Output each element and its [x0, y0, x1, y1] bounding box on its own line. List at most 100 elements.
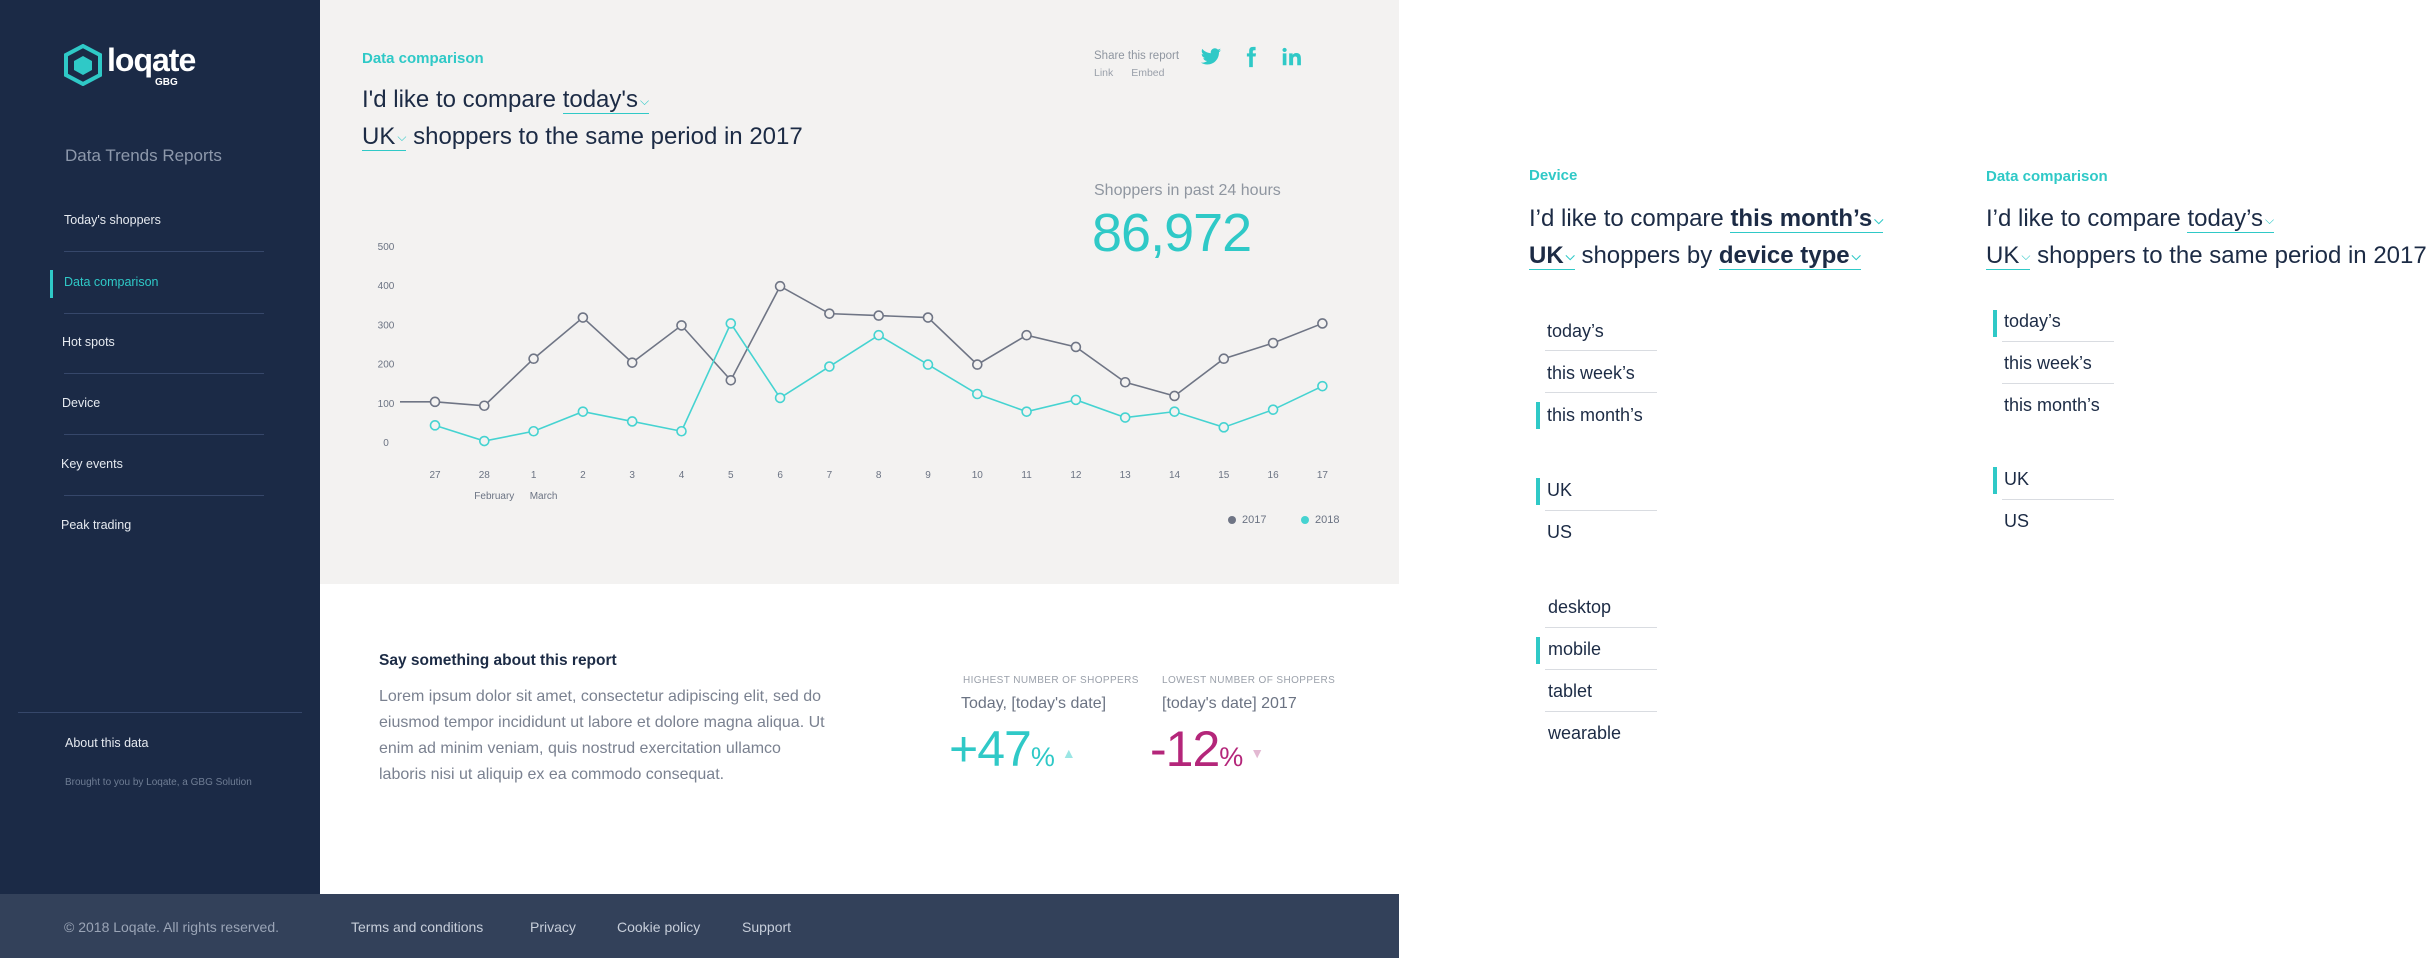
logo[interactable]: loqate GBG	[63, 44, 196, 88]
selected-indicator	[1536, 637, 1540, 664]
data-point-2017	[1169, 390, 1180, 402]
linkedin-icon[interactable]	[1280, 46, 1302, 68]
highest-stat-heading: HIGHEST NUMBER OF SHOPPERS	[963, 675, 1139, 686]
logo-sub: GBG	[155, 77, 178, 88]
divider	[1545, 711, 1657, 712]
x-tick-label: 17	[1317, 470, 1329, 481]
legend-item-2017: 2017	[1228, 514, 1266, 526]
x-tick-label: 13	[1120, 470, 1132, 481]
sidebar-item-todays-shoppers[interactable]: Today's shoppers	[50, 192, 265, 252]
chevron-down-icon: ⌵	[397, 130, 407, 145]
data-point-2018	[1317, 380, 1328, 392]
option-todays[interactable]: today’s	[1547, 321, 1604, 342]
option-tablet[interactable]: tablet	[1548, 681, 1592, 702]
comparison-sentence: I'd like to compare today's ⌵ UK ⌵ shopper…	[362, 82, 882, 155]
option-this-weeks[interactable]: this week’s	[2004, 353, 2092, 374]
share-embed-button[interactable]: Embed	[1131, 67, 1164, 79]
divider	[2002, 499, 2114, 500]
x-tick-label: 14	[1169, 470, 1181, 481]
y-tick-label: 500	[378, 242, 395, 253]
active-indicator	[50, 270, 53, 298]
option-this-months[interactable]: this month’s	[2004, 395, 2100, 416]
x-tick-label: 5	[728, 470, 734, 481]
sidebar-item-data-comparison[interactable]: Data comparison	[50, 254, 265, 314]
period-value: today's	[562, 86, 638, 113]
data-point-2017	[1119, 376, 1131, 388]
x-tick-label: 2	[580, 470, 586, 481]
period-dropdown[interactable]: today's ⌵	[562, 86, 650, 114]
legend-marker	[1228, 516, 1236, 525]
divider	[1545, 627, 1657, 628]
dimension-dropdown[interactable]: device type ⌵	[1718, 241, 1861, 270]
lowest-stat-value: -12% ▼	[1150, 720, 1264, 778]
chevron-down-icon: ⌵	[1851, 249, 1861, 264]
y-tick-label: 200	[378, 360, 395, 371]
twitter-icon[interactable]	[1200, 46, 1222, 68]
data-point-2018	[1070, 394, 1082, 406]
data-point-2017	[429, 396, 441, 408]
share-link-button[interactable]: Link	[1094, 67, 1113, 79]
sentence-text: shoppers to the same period in 2017	[2037, 241, 2427, 269]
footer-link-privacy[interactable]: Privacy	[530, 919, 576, 935]
about-title: Say something about this report	[379, 652, 617, 669]
x-tick-label: 6	[777, 470, 783, 481]
sidebar-item-device[interactable]: Device	[50, 375, 265, 435]
about-this-data-link[interactable]: About this data	[65, 736, 148, 750]
lowest-stat-subtitle: [today's date] 2017	[1162, 695, 1297, 712]
kpi-label: Shoppers in past 24 hours	[1094, 182, 1281, 199]
x-tick-label: 1	[531, 470, 537, 481]
y-tick-label: 300	[378, 320, 395, 331]
footer-link-terms[interactable]: Terms and conditions	[351, 919, 483, 935]
sidebar-item-peak-trading[interactable]: Peak trading	[50, 497, 265, 557]
divider	[1545, 392, 1657, 393]
option-us[interactable]: US	[2004, 511, 2029, 532]
facebook-icon[interactable]	[1240, 46, 1262, 68]
data-point-2018	[626, 416, 638, 427]
period-dropdown[interactable]: this month’s ⌵	[1730, 205, 1884, 233]
sentence-text: I’d like to compare	[1986, 205, 2181, 232]
footer-link-support[interactable]: Support	[742, 919, 791, 935]
copyright: © 2018 Loqate. All rights reserved.	[64, 919, 279, 935]
period-dropdown[interactable]: today’s ⌵	[2187, 205, 2275, 233]
x-tick-label: 15	[1218, 470, 1230, 481]
footer-link-cookie-policy[interactable]: Cookie policy	[617, 919, 700, 935]
option-todays[interactable]: today’s	[2004, 311, 2061, 332]
data-point-2018	[1267, 404, 1279, 415]
divider	[64, 251, 264, 252]
data-point-2018	[774, 392, 786, 404]
region-dropdown[interactable]: UK ⌵	[362, 122, 407, 151]
option-wearable[interactable]: wearable	[1548, 723, 1621, 744]
option-this-months[interactable]: this month’s	[1547, 405, 1643, 426]
loqate-logo-icon	[64, 44, 102, 86]
device-panel: Device I’d like to compare this month’s ⌵…	[1529, 0, 1949, 958]
option-us[interactable]: US	[1547, 522, 1572, 543]
y-tick-label: 400	[378, 281, 395, 292]
data-point-2017	[725, 374, 737, 386]
selected-indicator	[1536, 478, 1540, 505]
comparison-sentence: I’d like to compare today’s ⌵ UK ⌵ shopper…	[1986, 201, 2427, 274]
sidebar-item-label: Today's shoppers	[64, 213, 161, 227]
sidebar-item-key-events[interactable]: Key events	[50, 436, 265, 496]
data-point-2018	[824, 361, 835, 372]
x-tick-label: 10	[972, 470, 984, 481]
region-dropdown[interactable]: UK ⌵	[1529, 241, 1575, 270]
sidebar-item-hot-spots[interactable]: Hot spots	[50, 314, 265, 374]
data-point-2017	[479, 400, 490, 412]
sidebar-item-label: Peak trading	[61, 518, 132, 532]
region-dropdown[interactable]: UK ⌵	[1986, 241, 2031, 270]
chevron-down-icon: ⌵	[1565, 249, 1575, 264]
option-this-weeks[interactable]: this week’s	[1547, 363, 1635, 384]
data-point-2018	[725, 318, 737, 329]
option-uk[interactable]: UK	[1547, 480, 1572, 501]
data-point-2017	[1070, 341, 1082, 353]
divider	[64, 495, 264, 496]
x-tick-label: 9	[925, 470, 931, 481]
option-uk[interactable]: UK	[2004, 469, 2029, 490]
sidebar-item-label: Device	[62, 396, 101, 410]
data-point-2018	[528, 425, 539, 437]
section-label: Device	[1529, 167, 1578, 184]
data-point-2017	[626, 357, 638, 368]
data-point-2018	[577, 406, 589, 417]
option-desktop[interactable]: desktop	[1548, 597, 1611, 618]
option-mobile[interactable]: mobile	[1548, 639, 1601, 660]
